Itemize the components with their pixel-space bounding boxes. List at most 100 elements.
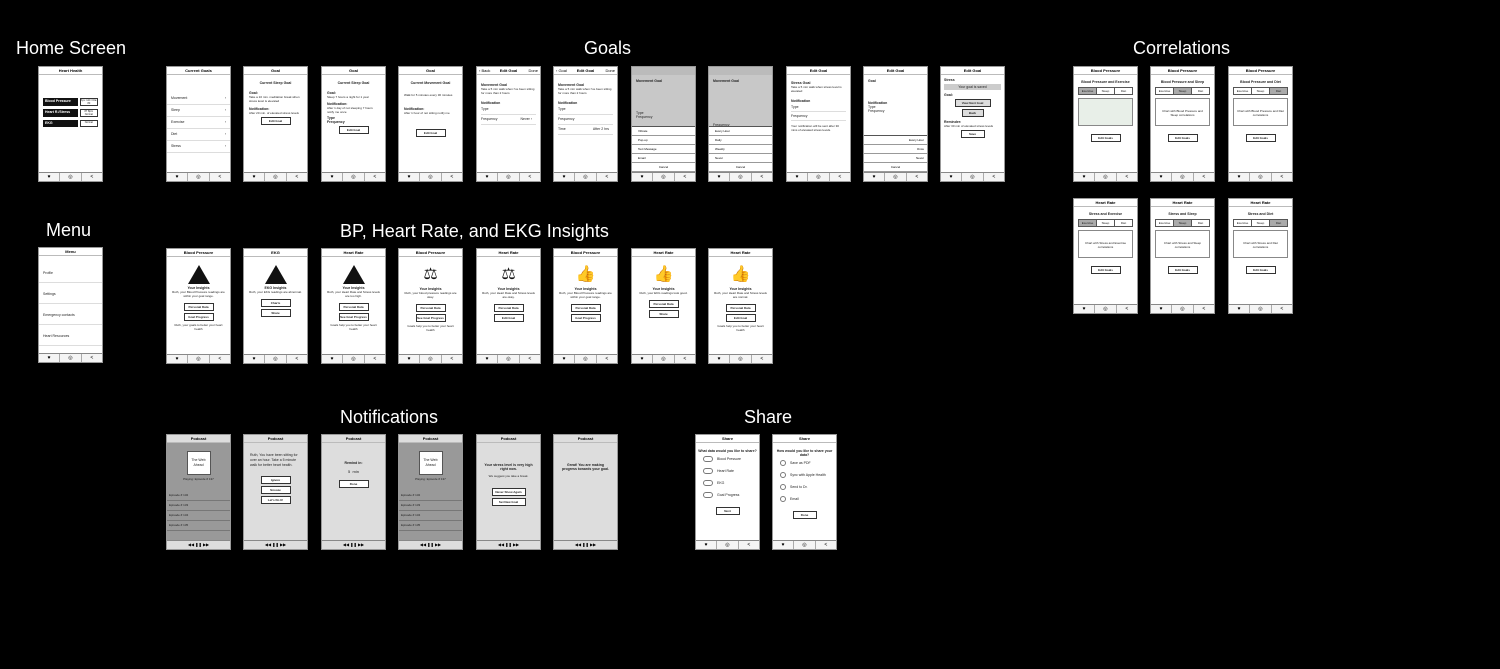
ignore-button[interactable]: Ignore (260, 476, 291, 484)
segment-option[interactable]: Exercise (1079, 220, 1097, 226)
type-picker[interactable]: Vibrate Pop-up Text Message Email Cancel (632, 126, 695, 172)
episode-item[interactable]: Episode # 134 (167, 511, 230, 521)
home-item-hr[interactable]: Heart R./Stress 87 Bpm Normal (43, 109, 98, 117)
insight-primary-button[interactable]: Personal Data (570, 304, 601, 312)
share-option[interactable]: Heart Rate (698, 465, 757, 477)
back-button[interactable]: Back (961, 109, 984, 117)
edit-goals-button[interactable]: Edit Goals (1167, 134, 1198, 142)
tab-bar[interactable]: ♥ ◎ < (1151, 304, 1214, 313)
edit-goals-button[interactable]: Edit Goals (1245, 266, 1276, 274)
remind-unit[interactable]: min (353, 469, 359, 474)
tab-bar[interactable]: ♥ ◎ < (39, 353, 102, 362)
tab-bar[interactable]: ♥ ◎ < (1074, 172, 1137, 181)
episode-item[interactable]: Episode # 134 (399, 511, 462, 521)
segment-option[interactable]: Sleep (1097, 220, 1115, 226)
episode-item[interactable]: Episode # 133 (399, 501, 462, 511)
tab-bar[interactable]: ♥ ◎ < (632, 354, 695, 363)
episode-item[interactable]: Episode # 132 (399, 491, 462, 501)
edit-goal-button[interactable]: Edit Goal (338, 126, 369, 134)
goal-item[interactable]: Movement › (167, 93, 230, 105)
episode-item[interactable]: Episode # 133 (167, 501, 230, 511)
segment-option[interactable]: Sleep (1174, 220, 1192, 226)
episode-item[interactable]: Episode # 135 (399, 521, 462, 531)
menu-item[interactable]: Profile (39, 262, 102, 283)
goal-item[interactable]: Diet › (167, 129, 230, 141)
edit-goal-button[interactable]: Edit Goal (415, 129, 446, 137)
done-button[interactable]: Done (792, 511, 817, 519)
segment-option[interactable]: Exercise (1234, 88, 1252, 94)
insight-secondary-button[interactable]: See Goal Progress (338, 313, 369, 321)
done-button[interactable]: Done (605, 67, 615, 74)
edit-goals-button[interactable]: Edit Goals (1090, 266, 1121, 274)
frequency-row[interactable]: Frequency (558, 115, 613, 125)
lets-do-it-button[interactable]: Let's Do It! (260, 496, 291, 504)
insight-primary-button[interactable]: Personal Data (725, 304, 756, 312)
set-new-goal-button[interactable]: Set New Goal (491, 498, 526, 506)
save-button[interactable]: Save (960, 130, 985, 138)
segment-option[interactable]: Exercise (1156, 220, 1174, 226)
share-option[interactable]: Goal Progress (698, 489, 757, 501)
segment-control[interactable]: Exercise Sleep Diet (1078, 87, 1133, 95)
tab-bar[interactable]: ♥ ◎ < (709, 354, 772, 363)
tab-bar[interactable]: ♥ ◎ < (322, 354, 385, 363)
insight-secondary-button[interactable]: Edit Goal (725, 314, 756, 322)
tab-bar[interactable]: ♥ ◎ < (39, 172, 102, 181)
done-button[interactable]: Done (528, 67, 538, 74)
share-method[interactable]: Sync with Apple Health (775, 469, 834, 481)
tab-bar[interactable]: ♥ ◎ < (167, 354, 230, 363)
tab-bar[interactable]: ♥ ◎ < (941, 172, 1004, 181)
frequency-picker[interactable]: Every Hour Daily Weekly Never Cancel (709, 126, 772, 172)
type-row[interactable]: Type (558, 105, 613, 115)
share-method[interactable]: Email (775, 493, 834, 505)
segment-control[interactable]: Exercise Sleep Diet (1155, 87, 1210, 95)
segment-option[interactable]: Diet (1192, 220, 1209, 226)
tab-bar[interactable]: ♥ ◎ < (477, 172, 540, 181)
snooze-button[interactable]: Snooze (260, 486, 291, 494)
tab-bar[interactable]: ♥ ◎ < (1229, 172, 1292, 181)
tab-bar[interactable]: ♥ ◎ < (1074, 304, 1137, 313)
insight-primary-button[interactable]: Personal Data (338, 303, 369, 311)
frequency-row[interactable]: Frequency (791, 112, 846, 121)
segment-control[interactable]: Exercise Sleep Diet (1233, 87, 1288, 95)
share-method[interactable]: Send to Dr. (775, 481, 834, 493)
share-option[interactable]: Blood Pressure (698, 453, 757, 465)
player-controls[interactable]: ◀◀ ❚❚ ▶▶ (244, 540, 307, 549)
player-controls[interactable]: ◀◀ ❚❚ ▶▶ (399, 540, 462, 549)
insight-primary-button[interactable]: Personal Data (415, 304, 446, 312)
tab-bar[interactable]: ♥ ◎ < (709, 172, 772, 181)
tab-bar[interactable]: ♥ ◎ < (399, 354, 462, 363)
menu-item[interactable]: Emergency contacts (39, 304, 102, 325)
edit-goals-button[interactable]: Edit Goals (1245, 134, 1276, 142)
tab-bar[interactable]: ♥ ◎ < (244, 172, 307, 181)
segment-option[interactable]: Diet (1115, 220, 1132, 226)
edit-goals-button[interactable]: Edit Goals (1167, 266, 1198, 274)
tab-bar[interactable]: ♥ ◎ < (477, 354, 540, 363)
share-method[interactable]: Save as PDF (775, 457, 834, 469)
goal-item[interactable]: Stress › (167, 141, 230, 153)
insight-secondary-button[interactable]: Edit Goal (493, 314, 524, 322)
segment-option[interactable]: Exercise (1156, 88, 1174, 94)
episode-item[interactable]: Episode # 135 (167, 521, 230, 531)
insight-secondary-button[interactable]: Goal Progress (570, 314, 601, 322)
segment-option[interactable]: Exercise (1234, 220, 1252, 226)
segment-option[interactable]: Diet (1270, 220, 1287, 226)
view-next-goal-button[interactable]: View Next Goal (954, 99, 991, 107)
player-controls[interactable]: ◀◀ ❚❚ ▶▶ (167, 540, 230, 549)
insight-secondary-button[interactable]: Share (648, 310, 679, 318)
insight-secondary-button[interactable]: See Goal Progress (415, 314, 446, 322)
segment-option[interactable]: Sleep (1097, 88, 1115, 94)
home-item-ekg[interactable]: EKG Normal (43, 120, 98, 127)
tab-bar[interactable]: ♥ ◎ < (554, 172, 617, 181)
insight-primary-button[interactable]: Personal Data (493, 304, 524, 312)
menu-item[interactable]: Settings (39, 283, 102, 304)
insight-primary-button[interactable]: Personal Data (648, 300, 679, 308)
back-button[interactable]: ‹ Goal (556, 67, 567, 74)
insight-primary-button[interactable]: Charts (260, 299, 291, 307)
type-row[interactable]: Type (481, 105, 536, 115)
segment-control[interactable]: Exercise Sleep Diet (1078, 219, 1133, 227)
tab-bar[interactable]: ♥ ◎ < (167, 172, 230, 181)
goal-item[interactable]: Sleep › (167, 105, 230, 117)
edit-goal-button[interactable]: Edit Goal (260, 117, 291, 125)
segment-control[interactable]: Exercise Sleep Diet (1233, 219, 1288, 227)
tab-bar[interactable]: ♥ ◎ < (696, 540, 759, 549)
